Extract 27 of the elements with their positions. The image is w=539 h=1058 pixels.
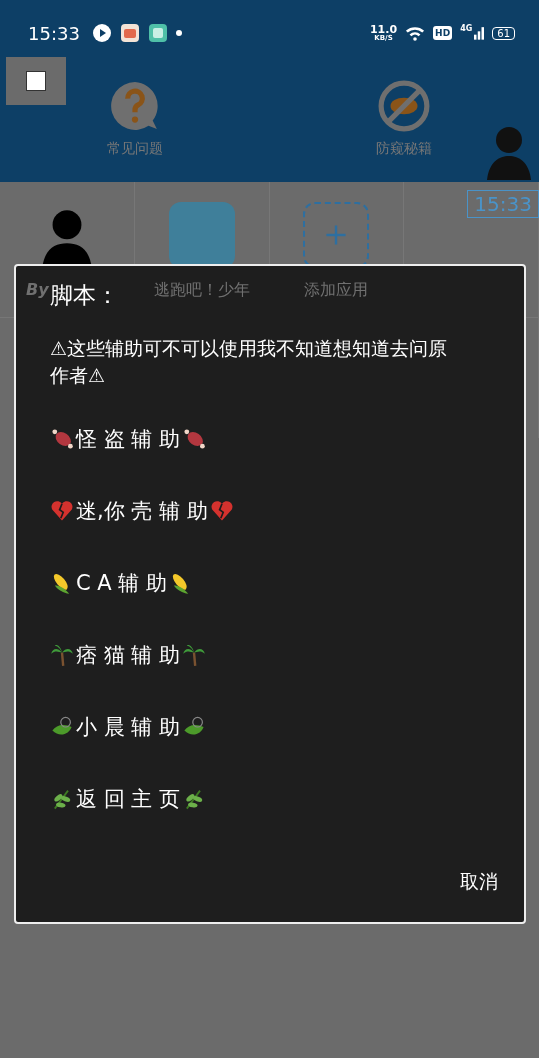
menu-option[interactable]: 痞 猫 辅 助 xyxy=(76,641,181,669)
hd-badge: HD xyxy=(433,26,453,40)
menu-option[interactable]: 怪 盗 辅 助 xyxy=(76,425,181,453)
meat-icon xyxy=(50,427,74,451)
battery-indicator: 61 xyxy=(492,26,515,40)
notice-text: ⚠这些辅助可不可以使用我不知道想知道去问原作者⚠ xyxy=(50,336,449,388)
palm-tree-icon xyxy=(50,643,74,667)
app-notification-icon xyxy=(91,23,112,43)
app-notification-icon xyxy=(119,23,140,43)
menu-option[interactable]: C A 辅 助 xyxy=(76,569,168,597)
menu-option[interactable]: 小 晨 辅 助 xyxy=(76,713,181,741)
stop-button[interactable] xyxy=(6,57,66,105)
app-notification-icon xyxy=(147,23,168,43)
dialog-title: 脚本： xyxy=(50,281,119,310)
broken-heart-icon xyxy=(50,499,74,523)
signal-icon xyxy=(474,26,485,40)
dot-icon xyxy=(175,30,182,36)
floating-clock: 15:33 xyxy=(467,190,539,218)
palm-tree-icon xyxy=(182,643,207,667)
status-time: 15:33 xyxy=(28,22,80,44)
broken-heart-icon xyxy=(209,499,234,523)
meat-icon xyxy=(182,427,207,451)
wifi-icon xyxy=(405,25,426,41)
menu-option[interactable]: 返 回 主 页 xyxy=(76,785,181,813)
menu-option[interactable]: 迷,你 壳 辅 助 xyxy=(76,497,208,525)
cancel-button[interactable]: 取消 xyxy=(452,863,506,901)
network-type: 4G xyxy=(460,24,473,33)
